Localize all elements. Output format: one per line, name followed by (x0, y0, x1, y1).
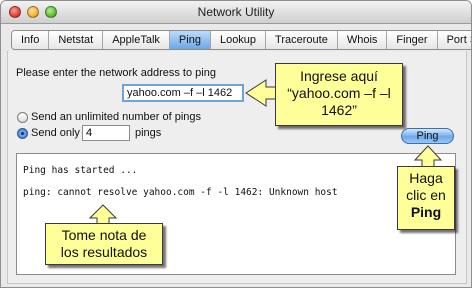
callout-text: Ping (410, 204, 442, 220)
output-line: ping: cannot resolve yahoo.com -f -l 146… (23, 187, 338, 198)
tab-netstat[interactable]: Netstat (49, 31, 104, 49)
send-only-label: Send only (31, 127, 80, 139)
tab-port-scan[interactable]: Port Scan (437, 31, 471, 49)
send-only-radio[interactable] (17, 128, 28, 139)
callout-text: 1462” (321, 102, 357, 118)
address-input[interactable]: yahoo.com –f –l 1462 (122, 84, 244, 102)
tab-lookup[interactable]: Lookup (210, 31, 267, 49)
title-bar: Network Utility (1, 1, 471, 24)
callout-text: Haga (409, 170, 443, 186)
output-line: Ping has started ... (23, 165, 138, 176)
unlimited-pings-label: Send an unlimited number of pings (31, 111, 201, 123)
click-ping-callout: Haga clic en Ping (397, 166, 455, 230)
tab-ping[interactable]: Ping (169, 31, 211, 49)
tab-traceroute[interactable]: Traceroute (266, 31, 338, 49)
tab-appletalk[interactable]: AppleTalk (103, 31, 170, 49)
tab-bar: Info Netstat AppleTalk Ping Lookup Trace… (11, 30, 471, 50)
callout-text: “yahoo.com –f –l (287, 85, 391, 101)
callout-text: clic en (406, 187, 446, 203)
callout-text: Ingrese aquí (300, 68, 378, 84)
callout-text: los resultados (60, 244, 148, 260)
ping-count-input[interactable]: 4 (82, 125, 130, 141)
unlimited-pings-radio[interactable] (17, 112, 28, 123)
tab-finger[interactable]: Finger (387, 31, 438, 49)
callout-text: Tome nota de (61, 227, 147, 243)
tab-info[interactable]: Info (12, 31, 50, 49)
enter-address-callout: Ingrese aquí “yahoo.com –f –l 1462” (275, 63, 403, 126)
address-prompt-label: Please enter the network address to ping (16, 67, 216, 79)
ping-button[interactable]: Ping (401, 128, 454, 144)
tab-whois[interactable]: Whois (337, 31, 388, 49)
window-title: Network Utility (197, 5, 275, 19)
pings-label: pings (135, 127, 162, 139)
results-callout: Tome nota de los resultados (45, 223, 163, 265)
